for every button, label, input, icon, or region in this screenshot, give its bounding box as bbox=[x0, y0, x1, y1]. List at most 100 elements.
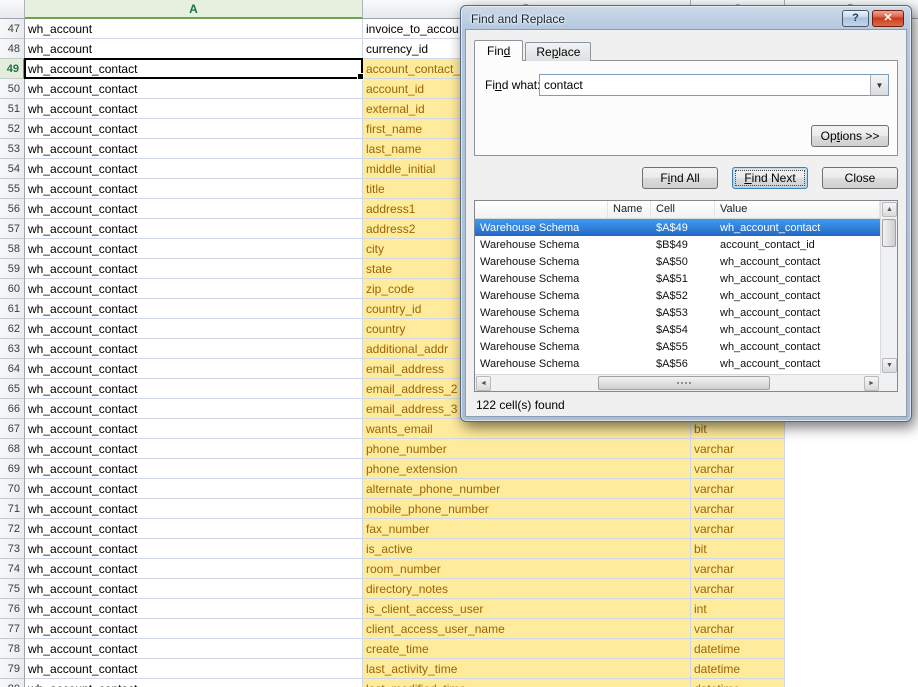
cell-D77[interactable] bbox=[785, 619, 918, 639]
results-col-sheet[interactable] bbox=[475, 201, 608, 218]
cell-B71[interactable]: mobile_phone_number bbox=[363, 499, 691, 519]
cell-C68[interactable]: varchar bbox=[691, 439, 785, 459]
cell-A61[interactable]: wh_account_contact bbox=[25, 299, 363, 319]
row-header-79[interactable]: 79 bbox=[0, 659, 25, 679]
cell-A54[interactable]: wh_account_contact bbox=[25, 159, 363, 179]
cell-A80[interactable]: wh_account_contact bbox=[25, 679, 363, 687]
find-all-button[interactable]: Find All bbox=[642, 167, 718, 189]
cell-C73[interactable]: bit bbox=[691, 539, 785, 559]
cell-C77[interactable]: varchar bbox=[691, 619, 785, 639]
column-header-a[interactable]: A bbox=[25, 0, 363, 19]
row-header-57[interactable]: 57 bbox=[0, 219, 25, 239]
horizontal-scroll-thumb[interactable] bbox=[598, 376, 770, 390]
help-button[interactable]: ? bbox=[842, 10, 869, 27]
cell-A50[interactable]: wh_account_contact bbox=[25, 79, 363, 99]
row-header-63[interactable]: 63 bbox=[0, 339, 25, 359]
row-header-74[interactable]: 74 bbox=[0, 559, 25, 579]
row-header-76[interactable]: 76 bbox=[0, 599, 25, 619]
cell-D73[interactable] bbox=[785, 539, 918, 559]
cell-C74[interactable]: varchar bbox=[691, 559, 785, 579]
cell-A67[interactable]: wh_account_contact bbox=[25, 419, 363, 439]
cell-C72[interactable]: varchar bbox=[691, 519, 785, 539]
close-icon[interactable]: ✕ bbox=[872, 10, 904, 27]
cell-A75[interactable]: wh_account_contact bbox=[25, 579, 363, 599]
cell-D67[interactable] bbox=[785, 419, 918, 439]
cell-A73[interactable]: wh_account_contact bbox=[25, 539, 363, 559]
cell-A57[interactable]: wh_account_contact bbox=[25, 219, 363, 239]
options-button[interactable]: Options >> bbox=[811, 125, 889, 147]
vertical-scroll-thumb[interactable] bbox=[882, 219, 896, 247]
cell-A51[interactable]: wh_account_contact bbox=[25, 99, 363, 119]
cell-C67[interactable]: bit bbox=[691, 419, 785, 439]
chevron-down-icon[interactable]: ▼ bbox=[870, 75, 888, 95]
row-header-70[interactable]: 70 bbox=[0, 479, 25, 499]
results-horizontal-scrollbar[interactable]: ◄ ► bbox=[475, 374, 880, 391]
results-vertical-scrollbar[interactable]: ▲ ▼ bbox=[880, 201, 897, 374]
row-header-67[interactable]: 67 bbox=[0, 419, 25, 439]
cell-C75[interactable]: varchar bbox=[691, 579, 785, 599]
row-header-72[interactable]: 72 bbox=[0, 519, 25, 539]
cell-C78[interactable]: datetime bbox=[691, 639, 785, 659]
row-header-80[interactable]: 80 bbox=[0, 679, 25, 687]
cell-A69[interactable]: wh_account_contact bbox=[25, 459, 363, 479]
cell-A49[interactable]: wh_account_contact bbox=[25, 59, 363, 79]
row-header-61[interactable]: 61 bbox=[0, 299, 25, 319]
cell-A78[interactable]: wh_account_contact bbox=[25, 639, 363, 659]
cell-A47[interactable]: wh_account bbox=[25, 19, 363, 39]
cell-B79[interactable]: last_activity_time bbox=[363, 659, 691, 679]
cell-A55[interactable]: wh_account_contact bbox=[25, 179, 363, 199]
cell-C76[interactable]: int bbox=[691, 599, 785, 619]
result-row-A54[interactable]: Warehouse Schema$A$54wh_account_contact bbox=[475, 321, 880, 338]
result-row-A55[interactable]: Warehouse Schema$A$55wh_account_contact bbox=[475, 338, 880, 355]
row-header-55[interactable]: 55 bbox=[0, 179, 25, 199]
result-row-A56[interactable]: Warehouse Schema$A$56wh_account_contact bbox=[475, 355, 880, 372]
cell-A58[interactable]: wh_account_contact bbox=[25, 239, 363, 259]
cell-A76[interactable]: wh_account_contact bbox=[25, 599, 363, 619]
tab-replace[interactable]: Replace bbox=[525, 42, 591, 61]
cell-B74[interactable]: room_number bbox=[363, 559, 691, 579]
cell-C79[interactable]: datetime bbox=[691, 659, 785, 679]
row-header-50[interactable]: 50 bbox=[0, 79, 25, 99]
cell-A71[interactable]: wh_account_contact bbox=[25, 499, 363, 519]
row-header-65[interactable]: 65 bbox=[0, 379, 25, 399]
cell-A64[interactable]: wh_account_contact bbox=[25, 359, 363, 379]
cell-A79[interactable]: wh_account_contact bbox=[25, 659, 363, 679]
cell-D72[interactable] bbox=[785, 519, 918, 539]
row-header-52[interactable]: 52 bbox=[0, 119, 25, 139]
cell-B75[interactable]: directory_notes bbox=[363, 579, 691, 599]
find-what-value[interactable]: contact bbox=[540, 75, 870, 95]
cell-A72[interactable]: wh_account_contact bbox=[25, 519, 363, 539]
row-header-66[interactable]: 66 bbox=[0, 399, 25, 419]
cell-A59[interactable]: wh_account_contact bbox=[25, 259, 363, 279]
row-header-78[interactable]: 78 bbox=[0, 639, 25, 659]
row-header-60[interactable]: 60 bbox=[0, 279, 25, 299]
find-what-combobox[interactable]: contact ▼ bbox=[539, 74, 889, 96]
cell-D76[interactable] bbox=[785, 599, 918, 619]
row-header-54[interactable]: 54 bbox=[0, 159, 25, 179]
cell-A52[interactable]: wh_account_contact bbox=[25, 119, 363, 139]
dialog-titlebar[interactable]: Find and Replace ? ✕ bbox=[461, 6, 911, 29]
cell-B67[interactable]: wants_email bbox=[363, 419, 691, 439]
cell-A53[interactable]: wh_account_contact bbox=[25, 139, 363, 159]
cell-D69[interactable] bbox=[785, 459, 918, 479]
row-header-47[interactable]: 47 bbox=[0, 19, 25, 39]
scroll-right-icon[interactable]: ► bbox=[864, 376, 879, 391]
cell-D80[interactable] bbox=[785, 679, 918, 687]
row-header-48[interactable]: 48 bbox=[0, 39, 25, 59]
cell-D70[interactable] bbox=[785, 479, 918, 499]
result-row-A52[interactable]: Warehouse Schema$A$52wh_account_contact bbox=[475, 287, 880, 304]
row-header-77[interactable]: 77 bbox=[0, 619, 25, 639]
cell-A65[interactable]: wh_account_contact bbox=[25, 379, 363, 399]
result-row-A51[interactable]: Warehouse Schema$A$51wh_account_contact bbox=[475, 270, 880, 287]
cell-A48[interactable]: wh_account bbox=[25, 39, 363, 59]
row-header-51[interactable]: 51 bbox=[0, 99, 25, 119]
cell-A74[interactable]: wh_account_contact bbox=[25, 559, 363, 579]
cell-B76[interactable]: is_client_access_user bbox=[363, 599, 691, 619]
cell-C70[interactable]: varchar bbox=[691, 479, 785, 499]
cell-B77[interactable]: client_access_user_name bbox=[363, 619, 691, 639]
tab-find[interactable]: Find bbox=[474, 40, 523, 61]
cell-A60[interactable]: wh_account_contact bbox=[25, 279, 363, 299]
cell-C69[interactable]: varchar bbox=[691, 459, 785, 479]
row-header-56[interactable]: 56 bbox=[0, 199, 25, 219]
scroll-down-icon[interactable]: ▼ bbox=[882, 358, 897, 373]
